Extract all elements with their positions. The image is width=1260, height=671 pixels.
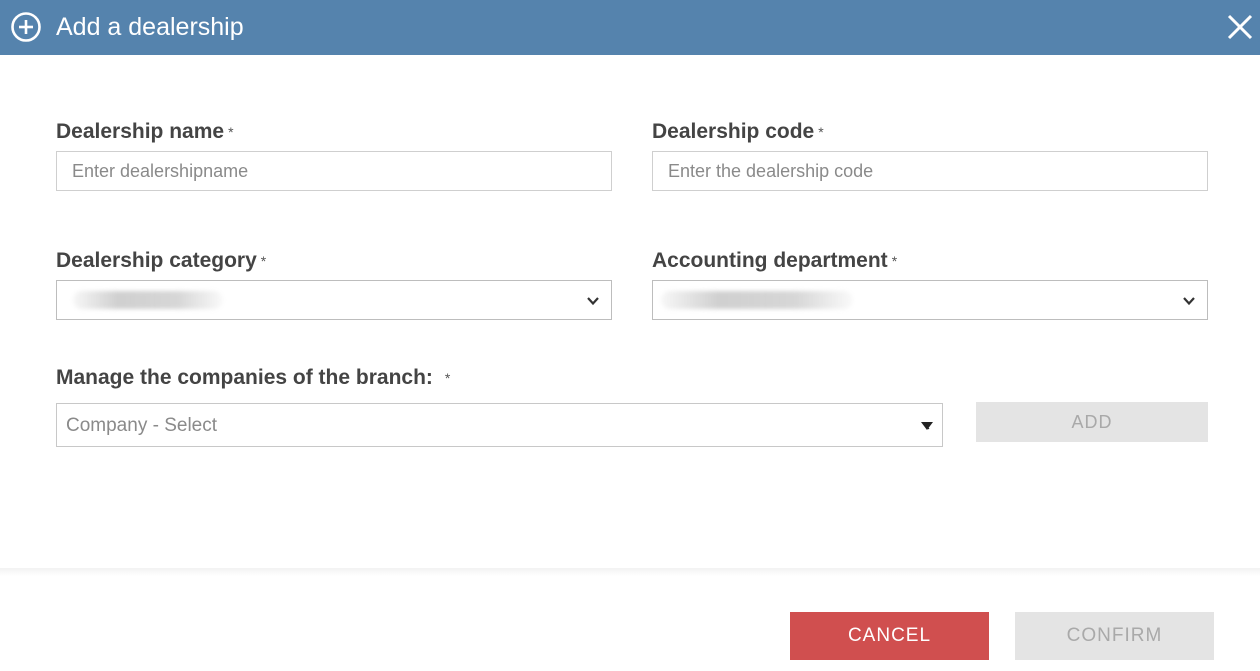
blurred-value xyxy=(73,291,223,309)
companies-label: Manage the companies of the branch: * xyxy=(56,365,450,391)
required-mark: * xyxy=(891,253,898,269)
close-icon[interactable] xyxy=(1225,12,1255,42)
dealership-category-label-text: Dealership category xyxy=(56,249,257,272)
dialog-title: Add a dealership xyxy=(56,13,244,41)
companies-label-text: Manage the companies of the branch: xyxy=(56,366,433,389)
accounting-department-label-text: Accounting department xyxy=(652,249,888,272)
dealership-code-input[interactable] xyxy=(652,151,1208,191)
required-mark: * xyxy=(228,124,234,140)
blurred-value xyxy=(661,291,853,309)
footer-divider xyxy=(0,568,1260,576)
dealership-code-label: Dealership code * xyxy=(652,119,824,145)
cancel-button[interactable]: CANCEL xyxy=(790,612,989,660)
plus-circle-icon xyxy=(11,12,41,42)
confirm-button[interactable]: CONFIRM xyxy=(1015,612,1214,660)
required-mark: * xyxy=(260,253,267,269)
add-dealership-dialog: Add a dealership Dealership name* Dealer… xyxy=(0,0,1260,671)
company-select-placeholder: Company - Select xyxy=(66,415,218,436)
accounting-department-select[interactable] xyxy=(652,280,1208,320)
dealership-name-input[interactable] xyxy=(56,151,612,191)
required-mark: * xyxy=(818,124,824,140)
company-select[interactable]: Company - Select xyxy=(56,403,943,447)
caret-down-icon xyxy=(921,422,933,430)
dealership-category-select[interactable] xyxy=(56,280,612,320)
dealership-name-label-text: Dealership name xyxy=(56,120,225,143)
dealership-code-label-text: Dealership code xyxy=(652,120,815,143)
dealership-name-label: Dealership name * xyxy=(56,119,234,145)
accounting-department-label: Accounting department * xyxy=(652,248,897,274)
required-mark: * xyxy=(444,370,451,386)
chevron-down-icon xyxy=(587,297,599,306)
dealership-category-label: Dealership category * xyxy=(56,248,266,274)
dialog-header: Add a dealership xyxy=(0,0,1260,55)
add-company-button[interactable]: ADD xyxy=(976,402,1208,442)
chevron-down-icon xyxy=(1183,297,1195,306)
